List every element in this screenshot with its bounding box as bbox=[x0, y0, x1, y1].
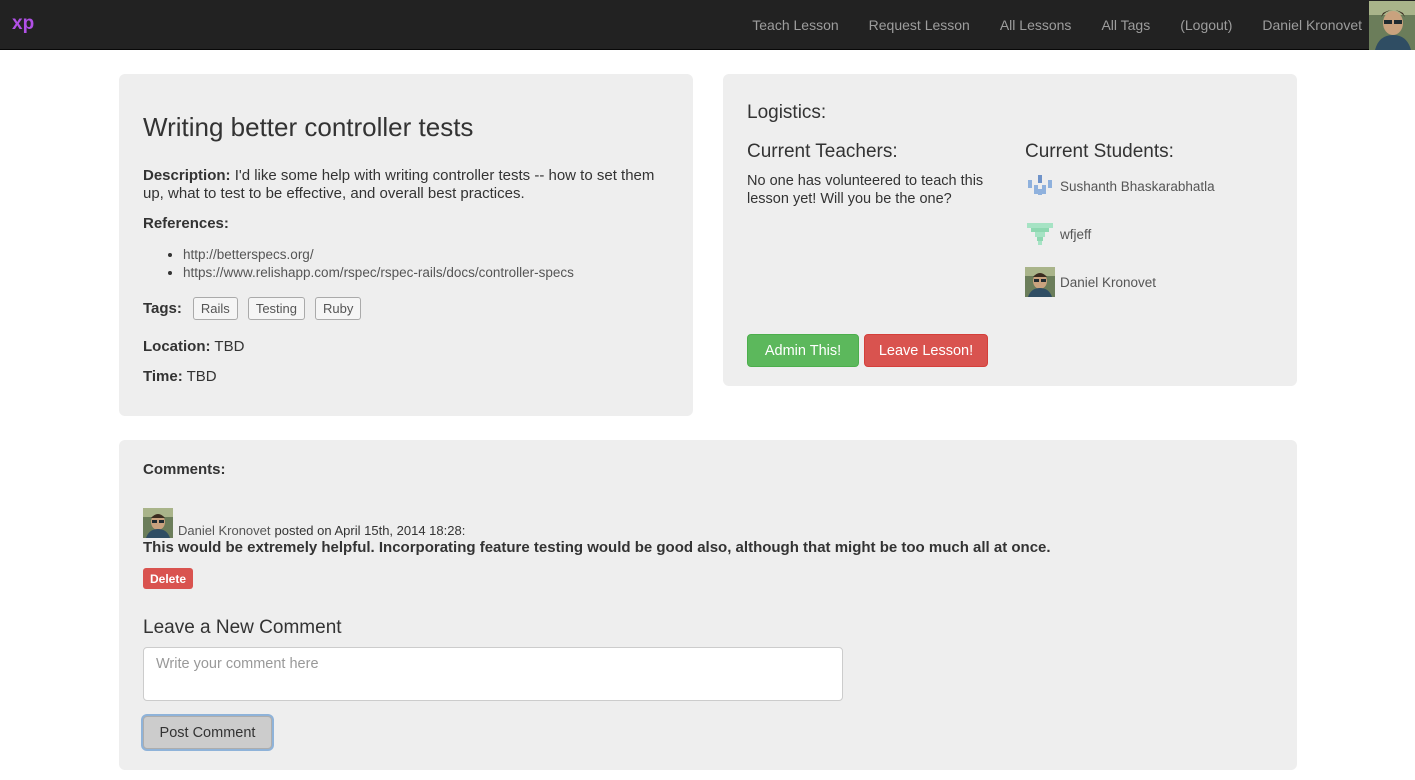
lesson-title: Writing better controller tests bbox=[143, 112, 474, 142]
lesson-description: Description: I'd like some help with wri… bbox=[143, 167, 673, 203]
nav-logout[interactable]: (Logout) bbox=[1180, 17, 1232, 33]
delete-comment-button[interactable]: Delete bbox=[143, 568, 193, 589]
student-name[interactable]: Daniel Kronovet bbox=[1060, 275, 1156, 290]
comment-avatar-icon bbox=[143, 508, 173, 538]
time-label: Time: bbox=[143, 368, 183, 385]
lesson-time: Time: TBD bbox=[143, 368, 217, 386]
comment-author[interactable]: Daniel Kronovet bbox=[178, 523, 271, 538]
comments-label: Comments: bbox=[143, 461, 226, 478]
reference-item: https://www.relishapp.com/rspec/rspec-ra… bbox=[183, 264, 574, 282]
student-item[interactable]: Sushanth Bhaskarabhatla bbox=[1025, 171, 1215, 201]
comment-body: This would be extremely helpful. Incorpo… bbox=[143, 539, 1051, 556]
admin-this-button[interactable]: Admin This! bbox=[747, 334, 859, 367]
location-value: TBD bbox=[214, 338, 245, 355]
description-label: Description: bbox=[143, 167, 231, 184]
identicon-blue-icon bbox=[1028, 175, 1052, 195]
student-item[interactable]: wfjeff bbox=[1025, 219, 1091, 249]
location-label: Location: bbox=[143, 338, 211, 355]
nav-user-name[interactable]: Daniel Kronovet bbox=[1262, 17, 1362, 33]
teachers-title: Current Teachers: bbox=[747, 141, 898, 162]
tag-ruby[interactable]: Ruby bbox=[315, 297, 362, 320]
student-item[interactable]: Daniel Kronovet bbox=[1025, 267, 1156, 297]
logistics-title: Logistics: bbox=[747, 102, 827, 123]
nav-request-lesson[interactable]: Request Lesson bbox=[869, 17, 970, 33]
students-title: Current Students: bbox=[1025, 141, 1174, 162]
tag-testing[interactable]: Testing bbox=[247, 297, 306, 320]
reference-link[interactable]: http://betterspecs.org/ bbox=[183, 247, 314, 262]
nav-links: Teach Lesson Request Lesson All Lessons … bbox=[737, 0, 1415, 50]
logistics-panel: Logistics: Current Teachers: No one has … bbox=[723, 74, 1297, 386]
identicon-green-icon bbox=[1027, 223, 1053, 245]
comments-panel: Comments: Daniel Kronovet posted on Apri… bbox=[119, 440, 1297, 770]
tag-rails[interactable]: Rails bbox=[192, 297, 238, 320]
new-comment-title: Leave a New Comment bbox=[143, 617, 342, 638]
post-comment-button[interactable]: Post Comment bbox=[143, 716, 272, 749]
leave-lesson-button[interactable]: Leave Lesson! bbox=[864, 334, 988, 367]
nav-teach-lesson[interactable]: Teach Lesson bbox=[752, 17, 838, 33]
nav-all-lessons[interactable]: All Lessons bbox=[1000, 17, 1072, 33]
brand-logo[interactable]: xp bbox=[12, 13, 34, 35]
comment-timestamp: posted on April 15th, 2014 18:28: bbox=[274, 523, 466, 538]
lesson-details-panel: Writing better controller tests Descript… bbox=[119, 74, 693, 416]
references-list: http://betterspecs.org/ https://www.reli… bbox=[183, 246, 574, 282]
comment-input[interactable] bbox=[143, 647, 843, 701]
student-name[interactable]: Sushanth Bhaskarabhatla bbox=[1060, 179, 1215, 194]
comment-meta: Daniel Kronovet posted on April 15th, 20… bbox=[143, 508, 465, 538]
user-avatar[interactable] bbox=[1369, 0, 1415, 50]
student-name[interactable]: wfjeff bbox=[1060, 227, 1091, 242]
reference-item: http://betterspecs.org/ bbox=[183, 246, 574, 264]
top-navbar: xp Teach Lesson Request Lesson All Lesso… bbox=[0, 0, 1415, 50]
tags-label: Tags: bbox=[143, 300, 182, 317]
nav-all-tags[interactable]: All Tags bbox=[1101, 17, 1150, 33]
time-value: TBD bbox=[186, 368, 217, 385]
reference-link[interactable]: https://www.relishapp.com/rspec/rspec-ra… bbox=[183, 265, 574, 280]
tags-row: Tags: Rails Testing Ruby bbox=[143, 297, 371, 320]
lesson-location: Location: TBD bbox=[143, 338, 244, 356]
references-label: References: bbox=[143, 215, 229, 232]
user-photo-icon bbox=[1025, 267, 1055, 297]
teachers-empty-message: No one has volunteered to teach this les… bbox=[747, 173, 984, 207]
